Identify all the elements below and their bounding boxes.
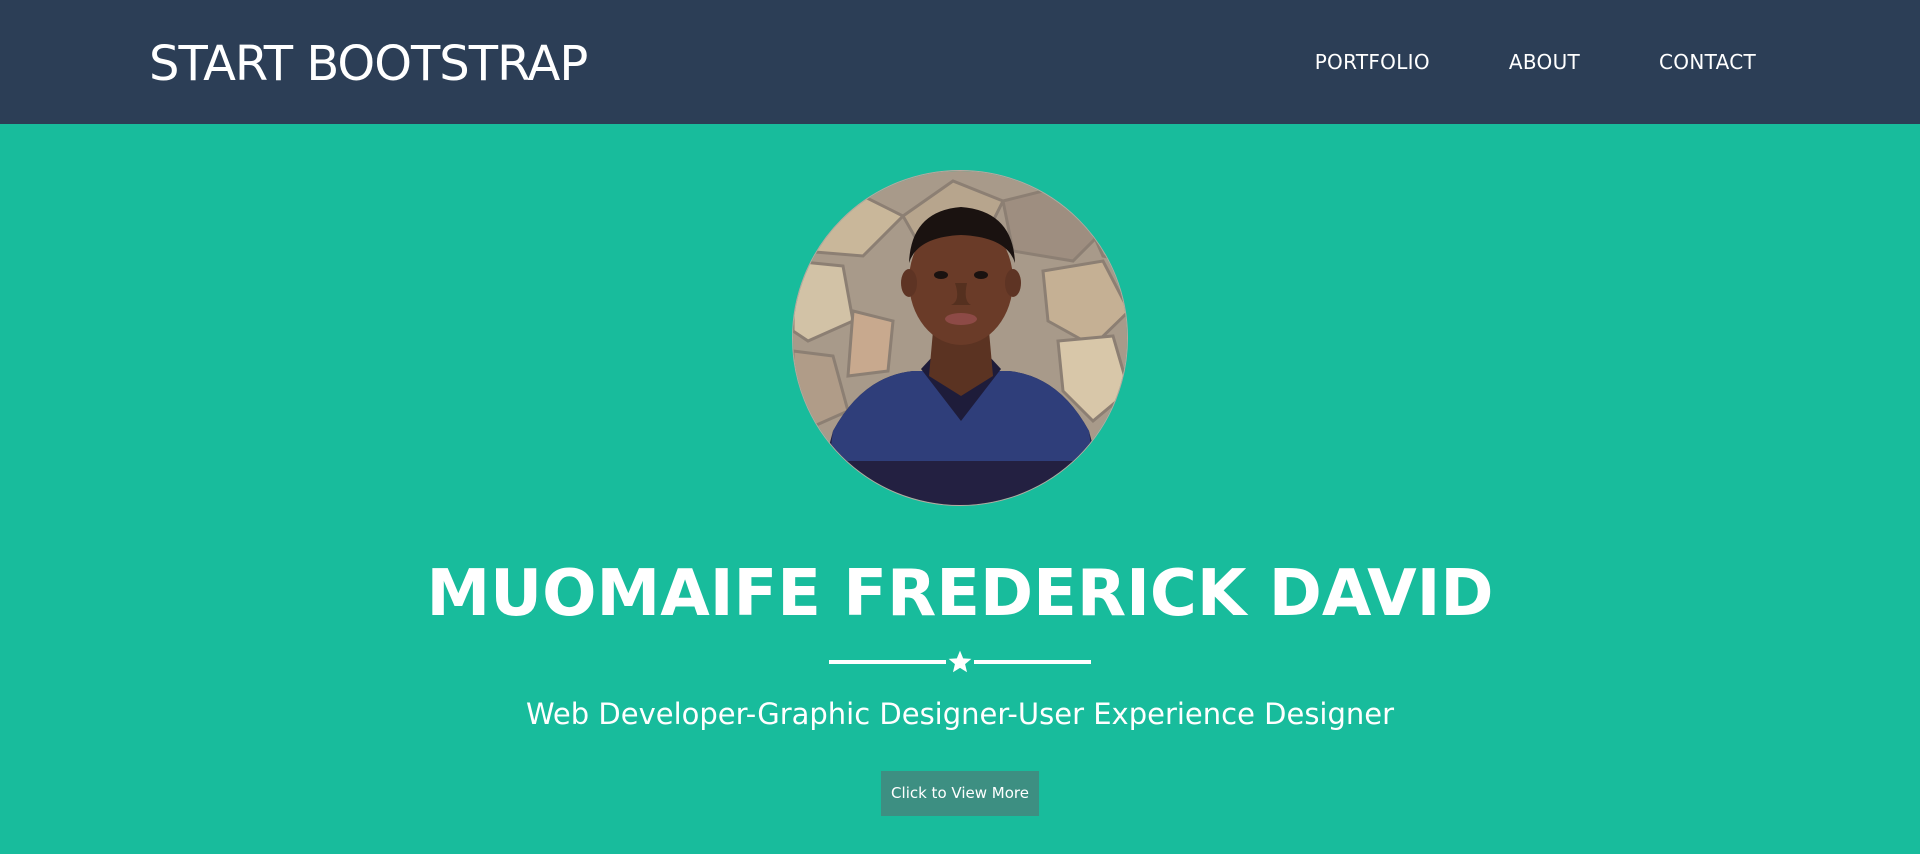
divider-line-left bbox=[829, 660, 946, 664]
navbar: START BOOTSTRAP PORTFOLIO ABOUT CONTACT bbox=[0, 0, 1920, 124]
nav-link-contact[interactable]: CONTACT bbox=[1659, 48, 1756, 76]
brand-logo[interactable]: START BOOTSTRAP bbox=[149, 34, 588, 94]
view-more-button[interactable]: Click to View More bbox=[881, 771, 1039, 816]
hero-name-heading: MUOMAIFE FREDERICK DAVID bbox=[426, 557, 1494, 631]
divider-line-right bbox=[974, 660, 1091, 664]
star-divider bbox=[829, 644, 1091, 680]
nav-link-about[interactable]: ABOUT bbox=[1509, 48, 1580, 76]
profile-photo bbox=[792, 170, 1128, 506]
star-icon bbox=[946, 644, 974, 680]
hero-tagline: Web Developer-Graphic Designer-User Expe… bbox=[525, 697, 1395, 731]
hero-section: MUOMAIFE FREDERICK DAVID Web Developer-G… bbox=[0, 124, 1920, 854]
profile-photo-image bbox=[793, 171, 1127, 505]
nav-link-portfolio[interactable]: PORTFOLIO bbox=[1315, 48, 1430, 76]
main-nav: PORTFOLIO ABOUT CONTACT bbox=[1315, 48, 1756, 76]
